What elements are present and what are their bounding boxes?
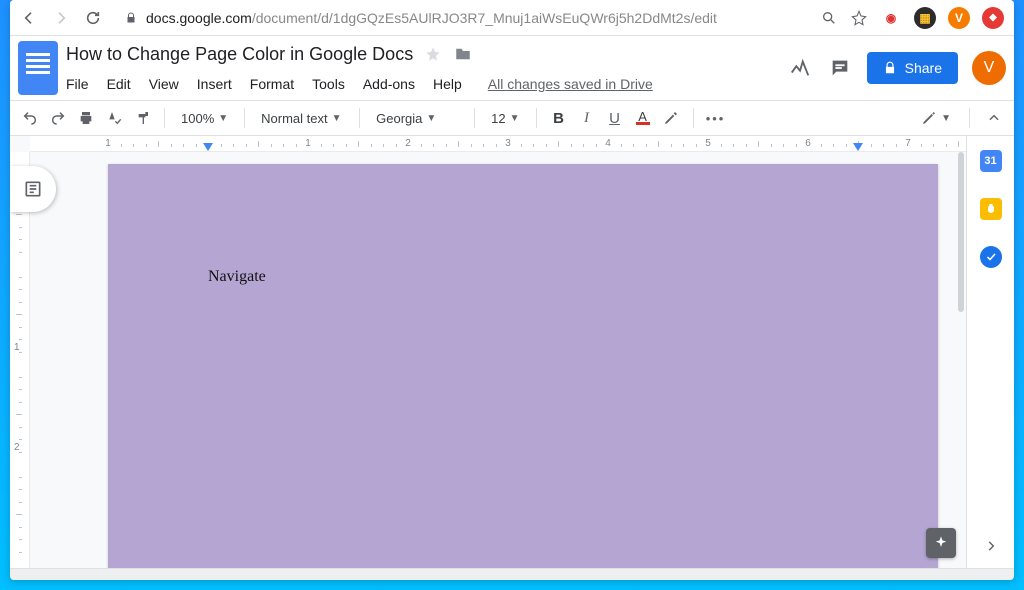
extension-icon-3[interactable]: [982, 7, 1004, 29]
indent-left-marker[interactable]: [203, 143, 213, 151]
document-page[interactable]: Navigate: [108, 164, 938, 568]
share-button-label: Share: [905, 60, 942, 76]
comments-icon[interactable]: [827, 55, 853, 81]
docs-header: How to Change Page Color in Google Docs …: [10, 36, 1014, 100]
extension-icon-1[interactable]: ◉: [880, 7, 902, 29]
outline-icon: [23, 179, 43, 199]
browser-profile-avatar[interactable]: V: [948, 7, 970, 29]
document-body-text[interactable]: Navigate: [208, 268, 266, 286]
ruler-tick: 1: [105, 136, 111, 147]
page-viewport[interactable]: Navigate: [30, 152, 966, 568]
menu-bar: File Edit View Insert Format Tools Add-o…: [66, 70, 779, 98]
extension-icon-2[interactable]: ▦: [914, 7, 936, 29]
forward-button[interactable]: [52, 9, 70, 27]
move-folder-icon[interactable]: [453, 44, 473, 64]
print-button[interactable]: [76, 108, 96, 128]
explore-icon: [933, 535, 949, 551]
share-button[interactable]: Share: [867, 52, 958, 84]
menu-tools[interactable]: Tools: [312, 76, 345, 92]
workspace: 11234567 12 Navigate 31: [10, 136, 1014, 568]
menu-view[interactable]: View: [149, 76, 179, 92]
browser-window: docs.google.com/document/d/1dgGQzEs5AUlR…: [10, 0, 1014, 580]
side-panel-toggle[interactable]: [984, 539, 998, 556]
paint-format-button[interactable]: [132, 108, 152, 128]
url-bar[interactable]: docs.google.com/document/d/1dgGQzEs5AUlR…: [116, 10, 806, 26]
star-document-icon[interactable]: [423, 44, 443, 64]
menu-insert[interactable]: Insert: [197, 76, 232, 92]
address-bar: docs.google.com/document/d/1dgGQzEs5AUlR…: [10, 0, 1014, 36]
horizontal-ruler[interactable]: 1 1 2 3 4 5 6 7: [30, 136, 966, 152]
reload-button[interactable]: [84, 9, 102, 27]
back-button[interactable]: [20, 9, 38, 27]
style-dropdown[interactable]: Normal text▼: [257, 111, 347, 126]
editing-mode-dropdown[interactable]: ▼: [917, 110, 955, 126]
menu-edit[interactable]: Edit: [107, 76, 131, 92]
collapse-toolbar-button[interactable]: [984, 108, 1004, 128]
side-panel: 31: [966, 136, 1014, 568]
keep-addon-icon[interactable]: [980, 198, 1002, 220]
text-color-button[interactable]: A: [633, 108, 653, 128]
vertical-ruler[interactable]: 12: [10, 152, 30, 568]
outline-toggle-button[interactable]: [10, 166, 56, 212]
save-status[interactable]: All changes saved in Drive: [488, 76, 653, 92]
indent-right-marker[interactable]: [853, 143, 863, 151]
vertical-scrollbar[interactable]: [956, 152, 966, 568]
zoom-icon[interactable]: [820, 9, 838, 27]
ruler-tick: 7: [905, 136, 911, 147]
zoom-dropdown[interactable]: 100%▼: [177, 111, 232, 126]
ruler-tick: 2: [405, 136, 411, 147]
bold-button[interactable]: B: [549, 108, 569, 128]
highlight-button[interactable]: [661, 108, 681, 128]
url-text: docs.google.com/document/d/1dgGQzEs5AUlR…: [146, 10, 717, 26]
scrollbar-thumb[interactable]: [958, 152, 964, 312]
ruler-tick: 1: [305, 136, 311, 147]
fontsize-dropdown[interactable]: 12▼: [487, 111, 523, 126]
calendar-addon-icon[interactable]: 31: [980, 150, 1002, 172]
ruler-tick: 4: [605, 136, 611, 147]
redo-button[interactable]: [48, 108, 68, 128]
undo-button[interactable]: [20, 108, 40, 128]
lock-icon: [124, 11, 138, 25]
toolbar: 100%▼ Normal text▼ Georgia▼ 12▼ B I U A …: [10, 100, 1014, 136]
pencil-icon: [921, 110, 937, 126]
ruler-tick: 5: [705, 136, 711, 147]
document-title[interactable]: How to Change Page Color in Google Docs: [66, 44, 413, 65]
menu-addons[interactable]: Add-ons: [363, 76, 415, 92]
underline-button[interactable]: U: [605, 108, 625, 128]
menu-format[interactable]: Format: [250, 76, 294, 92]
font-dropdown[interactable]: Georgia▼: [372, 111, 462, 126]
address-bar-actions: ◉ ▦ V: [820, 7, 1004, 29]
docs-logo-icon[interactable]: [18, 41, 58, 95]
spellcheck-button[interactable]: [104, 108, 124, 128]
ruler-tick: 6: [805, 136, 811, 147]
menu-help[interactable]: Help: [433, 76, 462, 92]
menu-file[interactable]: File: [66, 76, 89, 92]
italic-button[interactable]: I: [577, 108, 597, 128]
tasks-addon-icon[interactable]: [980, 246, 1002, 268]
explore-button[interactable]: [926, 528, 956, 558]
star-icon[interactable]: [850, 9, 868, 27]
account-avatar[interactable]: V: [972, 51, 1006, 85]
ruler-tick: 3: [505, 136, 511, 147]
activity-icon[interactable]: [787, 55, 813, 81]
document-area: 11234567 12 Navigate: [10, 136, 966, 568]
lock-icon: [883, 61, 897, 75]
more-tools-button[interactable]: •••: [706, 108, 726, 128]
horizontal-scrollbar[interactable]: [10, 568, 1014, 580]
